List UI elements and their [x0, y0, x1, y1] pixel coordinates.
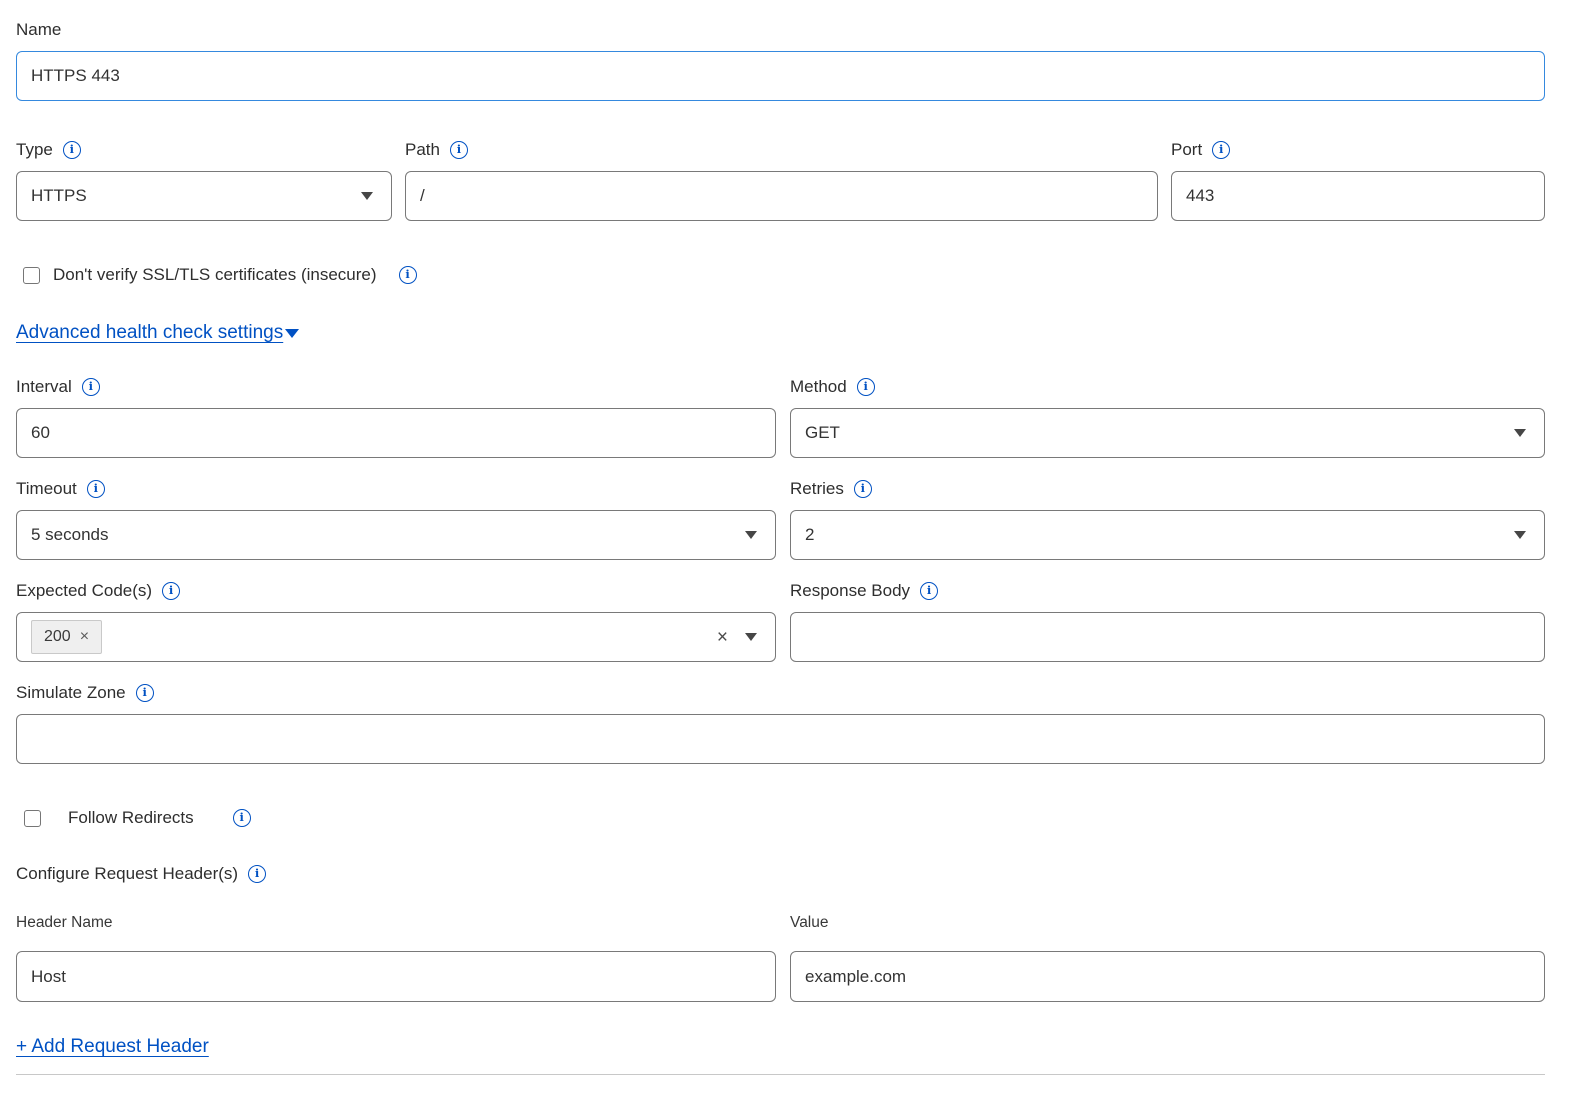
simulate-zone-label: Simulate Zone: [16, 682, 126, 703]
info-icon[interactable]: i: [1212, 141, 1230, 159]
add-request-header-link[interactable]: + Add Request Header: [16, 1036, 209, 1057]
method-select-value: GET: [805, 423, 840, 443]
advanced-settings-link[interactable]: Advanced health check settings: [16, 322, 283, 343]
interval-input[interactable]: [16, 408, 776, 458]
configure-headers-label: Configure Request Header(s): [16, 863, 238, 884]
interval-label: Interval: [16, 376, 72, 397]
header-value-label: Value: [790, 912, 829, 933]
dont-verify-ssl-checkbox[interactable]: [23, 267, 40, 284]
port-input[interactable]: [1171, 171, 1545, 221]
name-label: Name: [16, 19, 61, 40]
configure-headers-section: Configure Request Header(s) i: [16, 863, 1545, 884]
timeout-select[interactable]: 5 seconds: [16, 510, 776, 560]
method-label: Method: [790, 376, 847, 397]
simulate-zone-input[interactable]: [16, 714, 1545, 764]
retries-field: Retries i 2: [790, 478, 1545, 560]
expected-codes-label: Expected Code(s): [16, 580, 152, 601]
caret-down-icon: [745, 531, 757, 539]
retries-select-value: 2: [805, 525, 814, 545]
follow-redirects-label: Follow Redirects: [68, 808, 194, 828]
header-value-field: Value: [790, 912, 1545, 1002]
response-body-field: Response Body i: [790, 580, 1545, 662]
code-tag: 200 ×: [31, 620, 102, 654]
interval-method-row: Interval i Method i GET: [16, 376, 1545, 458]
codes-body-row: Expected Code(s) i 200 × × Response Body…: [16, 580, 1545, 662]
type-select[interactable]: HTTPS: [16, 171, 392, 221]
health-check-form: Name Type i HTTPS Path i Port i: [16, 19, 1545, 1075]
dont-verify-ssl-row: Don't verify SSL/TLS certificates (insec…: [16, 265, 1545, 285]
retries-select[interactable]: 2: [790, 510, 1545, 560]
caret-down-icon: [361, 192, 373, 200]
retries-label: Retries: [790, 478, 844, 499]
timeout-field: Timeout i 5 seconds: [16, 478, 776, 560]
info-icon[interactable]: i: [399, 266, 417, 284]
remove-tag-icon[interactable]: ×: [80, 628, 89, 646]
advanced-settings-row: Advanced health check settings: [16, 322, 1545, 344]
caret-down-icon: [745, 633, 757, 641]
info-icon[interactable]: i: [87, 480, 105, 498]
interval-field: Interval i: [16, 376, 776, 458]
type-path-port-row: Type i HTTPS Path i Port i: [16, 139, 1545, 221]
info-icon[interactable]: i: [136, 684, 154, 702]
clear-selection-icon[interactable]: ×: [717, 628, 728, 647]
path-field: Path i: [405, 139, 1158, 221]
name-field: Name: [16, 19, 1545, 101]
caret-down-icon: [1514, 531, 1526, 539]
info-icon[interactable]: i: [248, 865, 266, 883]
header-value-input[interactable]: [790, 951, 1545, 1002]
info-icon[interactable]: i: [854, 480, 872, 498]
caret-down-icon: [285, 329, 299, 338]
info-icon[interactable]: i: [450, 141, 468, 159]
header-name-field: Header Name: [16, 912, 776, 1002]
type-select-value: HTTPS: [31, 186, 87, 206]
caret-down-icon: [1514, 429, 1526, 437]
header-name-input[interactable]: [16, 951, 776, 1002]
type-field: Type i HTTPS: [16, 139, 392, 221]
timeout-retries-row: Timeout i 5 seconds Retries i 2: [16, 478, 1545, 560]
response-body-label: Response Body: [790, 580, 910, 601]
info-icon[interactable]: i: [920, 582, 938, 600]
code-tag-value: 200: [44, 628, 71, 646]
path-input[interactable]: [405, 171, 1158, 221]
header-name-label: Header Name: [16, 912, 113, 933]
response-body-input[interactable]: [790, 612, 1545, 662]
name-input[interactable]: [16, 51, 1545, 101]
info-icon[interactable]: i: [82, 378, 100, 396]
request-header-row: Header Name Value: [16, 912, 1545, 1002]
add-header-row: + Add Request Header: [16, 1036, 1545, 1058]
dont-verify-ssl-label: Don't verify SSL/TLS certificates (insec…: [53, 265, 377, 285]
info-icon[interactable]: i: [162, 582, 180, 600]
method-field: Method i GET: [790, 376, 1545, 458]
port-label: Port: [1171, 139, 1202, 160]
info-icon[interactable]: i: [857, 378, 875, 396]
info-icon[interactable]: i: [233, 809, 251, 827]
method-select[interactable]: GET: [790, 408, 1545, 458]
type-label: Type: [16, 139, 53, 160]
follow-redirects-row: Follow Redirects i: [16, 808, 1545, 828]
timeout-label: Timeout: [16, 478, 77, 499]
timeout-select-value: 5 seconds: [31, 525, 109, 545]
port-field: Port i: [1171, 139, 1545, 221]
expected-codes-field: Expected Code(s) i 200 × ×: [16, 580, 776, 662]
follow-redirects-checkbox[interactable]: [24, 810, 41, 827]
path-label: Path: [405, 139, 440, 160]
info-icon[interactable]: i: [63, 141, 81, 159]
section-divider: [16, 1074, 1545, 1075]
simulate-zone-field: Simulate Zone i: [16, 682, 1545, 764]
expected-codes-multiselect[interactable]: 200 × ×: [16, 612, 776, 662]
